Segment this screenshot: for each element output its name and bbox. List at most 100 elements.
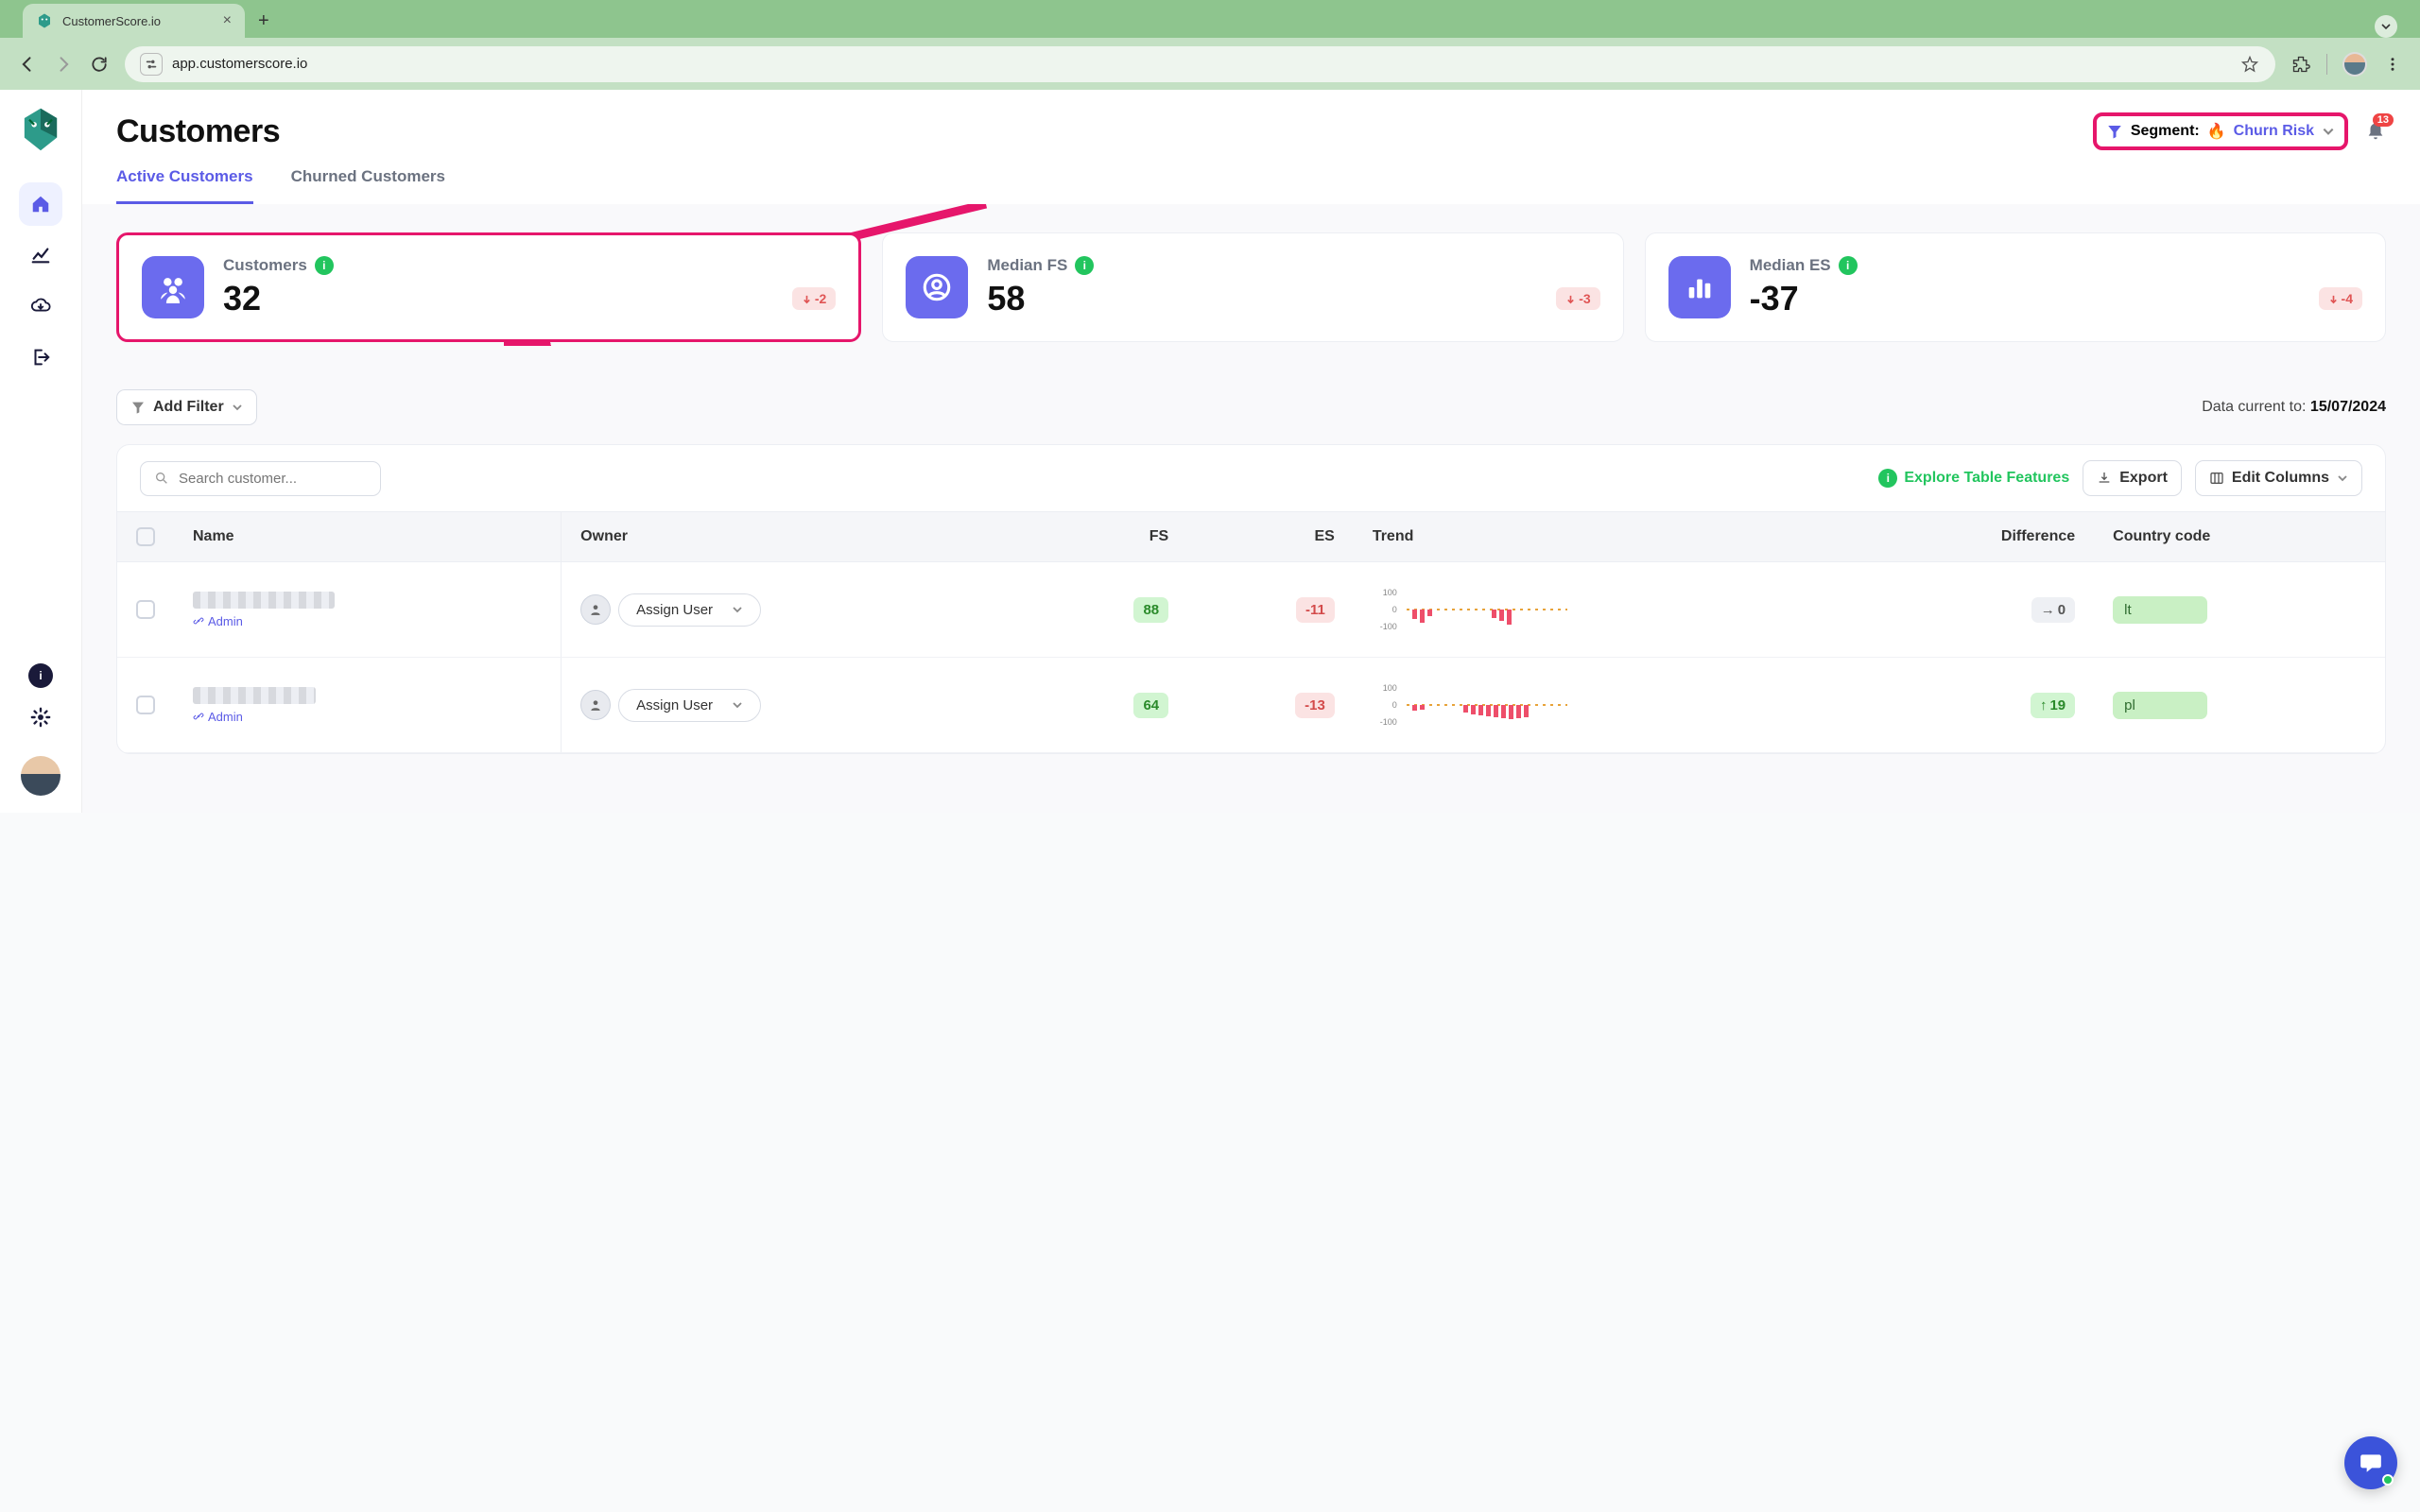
profile-avatar-icon[interactable] [2342, 52, 2367, 77]
site-settings-icon[interactable] [140, 53, 163, 76]
th-checkbox [117, 512, 174, 562]
fs-badge: 88 [1133, 597, 1168, 623]
customers-table-panel: i Explore Table Features Export Edit Col… [116, 444, 2386, 754]
card-label: Median ES [1750, 256, 1831, 275]
th-es[interactable]: ES [1187, 512, 1354, 562]
tab-active-customers[interactable]: Active Customers [116, 167, 253, 204]
card-value: 58 [987, 279, 1025, 318]
fs-badge: 64 [1133, 693, 1168, 718]
segment-prefix: Segment: [2131, 123, 2200, 140]
edit-columns-button[interactable]: Edit Columns [2195, 460, 2362, 496]
th-trend[interactable]: Trend [1354, 512, 1854, 562]
assign-user-dropdown[interactable]: Assign User [618, 689, 761, 722]
new-tab-button[interactable]: + [258, 4, 269, 38]
delta-badge: -2 [792, 287, 836, 310]
bar-chart-icon [1668, 256, 1731, 318]
segment-emoji: 🔥 [2207, 122, 2226, 141]
redacted-name [193, 592, 335, 609]
people-icon [142, 256, 204, 318]
es-badge: -11 [1296, 597, 1335, 623]
row-checkbox[interactable] [136, 696, 155, 714]
card-customers: Customers i 32 -2 [116, 232, 861, 342]
nav-home-icon[interactable] [19, 182, 62, 226]
th-owner[interactable]: Owner [562, 512, 1032, 562]
card-label: Median FS [987, 256, 1067, 275]
admin-link[interactable]: Admin [193, 710, 542, 724]
search-input[interactable] [140, 461, 381, 496]
explore-features-link[interactable]: i Explore Table Features [1878, 469, 2069, 488]
trend-sparkline: 1000-100 [1373, 581, 1835, 638]
view-tabs: Active Customers Churned Customers [116, 167, 2386, 204]
kebab-menu-icon[interactable] [2382, 54, 2403, 75]
info-icon[interactable]: i [315, 256, 334, 275]
address-bar: app.customerscore.io [0, 38, 2420, 90]
segment-selector[interactable]: Segment: 🔥 Churn Risk [2093, 112, 2348, 150]
nav-info-icon[interactable]: i [28, 663, 53, 688]
main-content: Customers Segment: 🔥 Churn Risk 13 [82, 90, 2420, 813]
bookmark-star-icon[interactable] [2239, 54, 2260, 75]
segment-value: Churn Risk [2234, 123, 2314, 140]
extensions-icon[interactable] [2290, 54, 2311, 75]
url-input[interactable]: app.customerscore.io [125, 46, 2275, 82]
tab-title: CustomerScore.io [62, 14, 214, 28]
filter-icon [2106, 123, 2123, 140]
page-header: Customers Segment: 🔥 Churn Risk 13 [82, 90, 2420, 204]
sidebar: i [0, 90, 82, 813]
difference-badge: → 0 [2031, 597, 2075, 623]
url-text: app.customerscore.io [172, 56, 2230, 72]
table-row: Admin Assign User 88 -11 1000-100 [117, 562, 2385, 658]
summary-cards: Customers i 32 -2 Median FS [116, 232, 2386, 342]
assign-user-dropdown[interactable]: Assign User [618, 593, 761, 627]
page-title: Customers [116, 113, 280, 150]
table-toolbar: Add Filter Data current to: 15/07/2024 [116, 389, 2386, 425]
logo-icon[interactable] [21, 107, 60, 146]
redacted-name [193, 687, 316, 704]
th-name[interactable]: Name [174, 512, 561, 562]
notification-badge: 13 [2373, 113, 2394, 127]
forward-icon[interactable] [53, 54, 74, 75]
card-value: 32 [223, 279, 261, 318]
add-filter-button[interactable]: Add Filter [116, 389, 257, 425]
chrome-overflow-icon[interactable] [2375, 15, 2397, 38]
back-icon[interactable] [17, 54, 38, 75]
user-circle-icon [906, 256, 968, 318]
delta-badge: -3 [1556, 287, 1599, 310]
nav-settings-icon[interactable] [19, 696, 62, 739]
customers-table: Name Owner FS ES Trend Difference Countr… [117, 511, 2385, 753]
online-indicator-icon [2382, 1474, 2394, 1486]
content-area: Customers i 32 -2 Median FS [82, 204, 2420, 813]
table-row: Admin Assign User 64 -13 1000-100 [117, 658, 2385, 753]
tab-churned-customers[interactable]: Churned Customers [291, 167, 445, 204]
th-fs[interactable]: FS [1031, 512, 1187, 562]
admin-link[interactable]: Admin [193, 614, 542, 628]
nav-analytics-icon[interactable] [19, 233, 62, 277]
tab-close-icon[interactable]: × [223, 12, 232, 29]
tab-favicon-icon [36, 12, 53, 29]
card-value: -37 [1750, 279, 1799, 318]
browser-tab[interactable]: CustomerScore.io × [23, 4, 245, 38]
info-icon[interactable]: i [1839, 256, 1858, 275]
owner-avatar-icon [580, 594, 611, 625]
delta-badge: -4 [2319, 287, 2362, 310]
th-country[interactable]: Country code [2094, 512, 2385, 562]
country-badge: pl [2113, 692, 2207, 719]
country-badge: lt [2113, 596, 2207, 624]
data-current-label: Data current to: 15/07/2024 [2202, 399, 2386, 416]
card-label: Customers [223, 256, 307, 275]
notifications-button[interactable]: 13 [2365, 121, 2386, 142]
chat-widget-button[interactable] [2344, 1436, 2397, 1489]
customer-name-cell[interactable]: Admin [193, 687, 542, 724]
search-field[interactable] [179, 471, 367, 487]
customer-name-cell[interactable]: Admin [193, 592, 542, 628]
info-icon[interactable]: i [1075, 256, 1094, 275]
reload-icon[interactable] [89, 54, 110, 75]
nav-download-icon[interactable] [19, 284, 62, 328]
export-button[interactable]: Export [2083, 460, 2182, 496]
select-all-checkbox[interactable] [136, 527, 155, 546]
user-avatar[interactable] [21, 756, 60, 796]
row-checkbox[interactable] [136, 600, 155, 619]
es-badge: -13 [1295, 693, 1335, 718]
nav-logout-icon[interactable] [19, 335, 62, 379]
owner-avatar-icon [580, 690, 611, 720]
th-difference[interactable]: Difference [1854, 512, 2094, 562]
